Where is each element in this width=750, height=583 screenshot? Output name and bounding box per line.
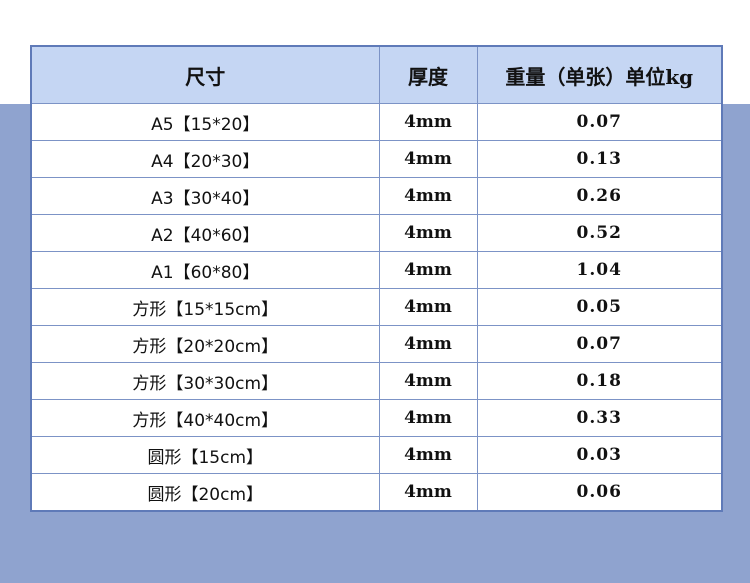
cell-weight: 0.26 (476, 177, 723, 215)
cell-size: 方形【20*20cm】 (30, 325, 380, 363)
cell-thickness: 4mm (378, 103, 478, 141)
table-row: A2【40*60】 4mm 0.52 (30, 214, 723, 252)
table-row: A4【20*30】 4mm 0.13 (30, 140, 723, 178)
cell-weight: 0.05 (476, 288, 723, 326)
table-row: 方形【15*15cm】 4mm 0.05 (30, 288, 723, 326)
table-row: A5【15*20】 4mm 0.07 (30, 103, 723, 141)
cell-size: 圆形【20cm】 (30, 473, 380, 512)
cell-weight: 0.03 (476, 436, 723, 474)
cell-weight: 0.18 (476, 362, 723, 400)
cell-thickness: 4mm (378, 473, 478, 512)
cell-size: 方形【30*30cm】 (30, 362, 380, 400)
cell-weight: 0.13 (476, 140, 723, 178)
cell-size: A3【30*40】 (30, 177, 380, 215)
cell-thickness: 4mm (378, 399, 478, 437)
spec-table: 尺寸 厚度 重量（单张）单位kg A5【15*20】 4mm 0.07 A4【20*3… (30, 45, 723, 512)
cell-weight: 0.07 (476, 103, 723, 141)
cell-size: A2【40*60】 (30, 214, 380, 252)
cell-weight: 0.06 (476, 473, 723, 512)
table-row: 圆形【15cm】 4mm 0.03 (30, 436, 723, 474)
cell-weight: 0.52 (476, 214, 723, 252)
cell-thickness: 4mm (378, 140, 478, 178)
table-row: 圆形【20cm】 4mm 0.06 (30, 473, 723, 512)
table-body: A5【15*20】 4mm 0.07 A4【20*30】 4mm 0.13 A3【30*40… (30, 103, 723, 512)
header-row: 尺寸 厚度 重量（单张）单位kg (30, 45, 723, 104)
cell-weight: 1.04 (476, 251, 723, 289)
cell-size: A5【15*20】 (30, 103, 380, 141)
header-size: 尺寸 (30, 45, 380, 104)
cell-thickness: 4mm (378, 362, 478, 400)
table-row: A3【30*40】 4mm 0.26 (30, 177, 723, 215)
cell-size: A4【20*30】 (30, 140, 380, 178)
cell-thickness: 4mm (378, 177, 478, 215)
cell-thickness: 4mm (378, 325, 478, 363)
cell-size: 方形【40*40cm】 (30, 399, 380, 437)
cell-weight: 0.33 (476, 399, 723, 437)
cell-thickness: 4mm (378, 214, 478, 252)
header-weight: 重量（单张）单位kg (476, 45, 723, 104)
header-thickness: 厚度 (378, 45, 478, 104)
cell-size: 方形【15*15cm】 (30, 288, 380, 326)
table-row: 方形【40*40cm】 4mm 0.33 (30, 399, 723, 437)
table-row: 方形【30*30cm】 4mm 0.18 (30, 362, 723, 400)
cell-thickness: 4mm (378, 251, 478, 289)
cell-weight: 0.07 (476, 325, 723, 363)
cell-size: 圆形【15cm】 (30, 436, 380, 474)
cell-thickness: 4mm (378, 436, 478, 474)
table-row: A1【60*80】 4mm 1.04 (30, 251, 723, 289)
cell-size: A1【60*80】 (30, 251, 380, 289)
table-row: 方形【20*20cm】 4mm 0.07 (30, 325, 723, 363)
cell-thickness: 4mm (378, 288, 478, 326)
